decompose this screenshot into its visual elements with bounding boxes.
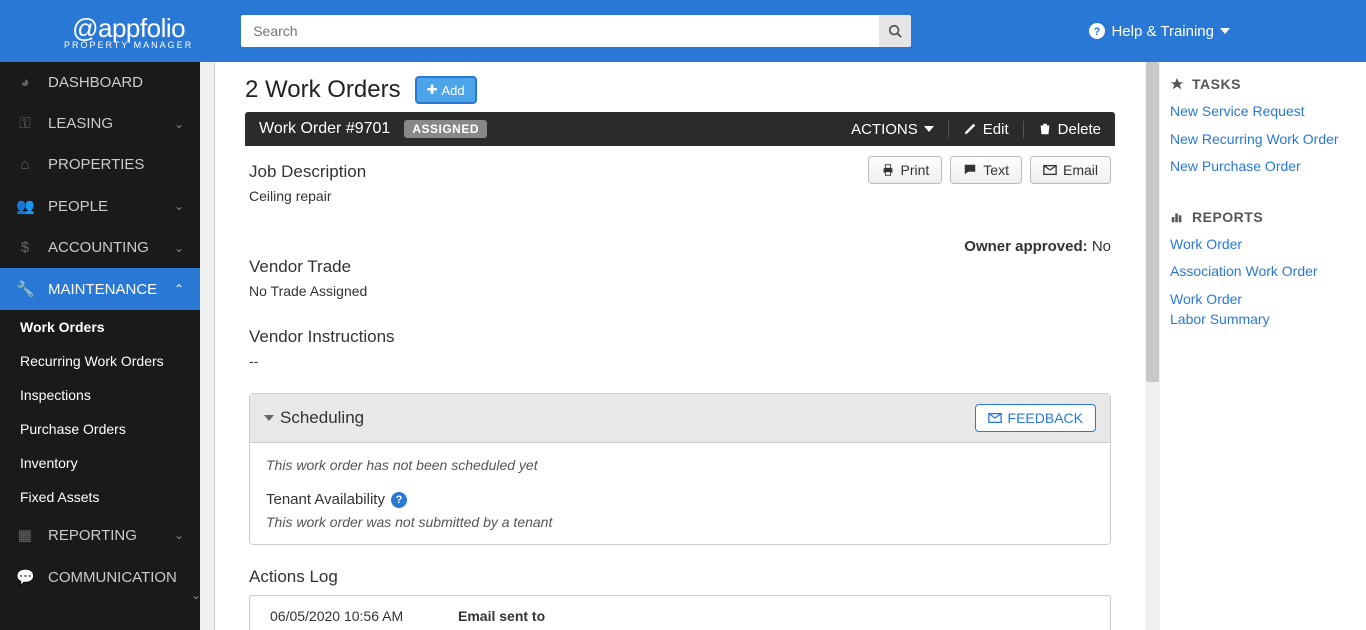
actions-dropdown[interactable]: ACTIONS: [851, 121, 934, 138]
actions-log-label: Actions Log: [249, 567, 1111, 587]
scheduling-message: This work order has not been scheduled y…: [266, 457, 1094, 473]
help-icon[interactable]: ?: [391, 492, 407, 508]
scheduling-card: Scheduling FEEDBACK This work order has …: [249, 393, 1111, 545]
people-icon: 👥: [16, 197, 34, 215]
log-message: Email sent to: [458, 608, 545, 624]
tasks-heading: TASKS: [1170, 76, 1356, 92]
svg-text:?: ?: [1094, 26, 1101, 38]
reports-heading: REPORTS: [1170, 209, 1356, 225]
envelope-icon: [988, 411, 1002, 425]
log-entry: 06/05/2020 10:56 AM Email sent to: [250, 596, 1110, 630]
delete-button[interactable]: Delete: [1023, 121, 1101, 138]
add-button[interactable]: ✚Add: [415, 76, 477, 104]
brand-tagline: PROPERTY MANAGER: [64, 40, 193, 50]
star-icon: [1170, 77, 1184, 91]
scheduling-label: Scheduling: [280, 408, 364, 428]
chat-icon: 💬: [16, 568, 34, 586]
key-icon: ⚿: [16, 115, 34, 132]
nav-dashboard[interactable]: ◕DASHBOARD: [0, 62, 200, 103]
nav-maintenance[interactable]: 🔧MAINTENANCE⌃: [0, 268, 200, 310]
nav-reporting[interactable]: ▦REPORTING⌄: [0, 514, 200, 556]
text-button[interactable]: Text: [950, 156, 1022, 184]
page-title: 2 Work Orders: [245, 76, 401, 104]
search-wrap: [241, 15, 911, 47]
main-content: 2 Work Orders ✚Add Work Order #9701 ASSI…: [215, 62, 1145, 630]
job-description-value: Ceiling repair: [249, 188, 848, 204]
subnav-work-orders[interactable]: Work Orders: [0, 310, 200, 344]
nav-communication[interactable]: 💬COMMUNICATION⌄: [0, 556, 200, 598]
trash-icon: [1038, 122, 1052, 136]
grid-icon: ▦: [16, 526, 34, 544]
subnav-inventory[interactable]: Inventory: [0, 446, 200, 480]
feedback-button[interactable]: FEEDBACK: [975, 404, 1096, 432]
vendor-instructions-label: Vendor Instructions: [249, 327, 1111, 347]
chevron-down-icon: ⌄: [174, 117, 184, 131]
dollar-icon: $: [16, 239, 34, 256]
vendor-instructions-value: --: [249, 353, 1111, 369]
nav-accounting[interactable]: $ACCOUNTING⌄: [0, 227, 200, 268]
brand-logo: @appfolio PROPERTY MANAGER: [64, 13, 193, 50]
chevron-down-icon: ⌄: [174, 199, 184, 213]
search-icon: [888, 24, 902, 38]
actions-log: 06/05/2020 10:56 AM Email sent to 06/04/…: [249, 595, 1111, 630]
report-link[interactable]: Work Order Labor Summary: [1170, 290, 1356, 329]
help-icon: ?: [1089, 23, 1105, 39]
home-icon: ⌂: [16, 156, 34, 173]
report-link[interactable]: Work Order: [1170, 235, 1356, 255]
chevron-down-icon: [1220, 28, 1230, 34]
work-order-title: Work Order #9701: [259, 120, 390, 138]
print-button[interactable]: Print: [868, 156, 943, 184]
email-button[interactable]: Email: [1030, 156, 1111, 184]
nav-properties[interactable]: ⌂PROPERTIES: [0, 144, 200, 185]
subnav-recurring-work-orders[interactable]: Recurring Work Orders: [0, 344, 200, 378]
task-link[interactable]: New Recurring Work Order: [1170, 130, 1356, 150]
chevron-down-icon: ⌄: [191, 588, 200, 602]
status-badge: ASSIGNED: [404, 120, 487, 138]
envelope-icon: [1043, 163, 1057, 177]
chart-icon: [1170, 210, 1184, 224]
chevron-down-icon: ⌄: [174, 528, 184, 542]
nav-people[interactable]: 👥PEOPLE⌄: [0, 185, 200, 227]
sidebar: ◕DASHBOARD ⚿LEASING⌄ ⌂PROPERTIES 👥PEOPLE…: [0, 62, 200, 630]
chevron-down-icon: ⌄: [174, 241, 184, 255]
task-link[interactable]: New Service Request: [1170, 102, 1356, 122]
subnav-purchase-orders[interactable]: Purchase Orders: [0, 412, 200, 446]
vendor-trade-value: No Trade Assigned: [249, 283, 1111, 299]
right-panel: TASKS New Service Request New Recurring …: [1160, 62, 1366, 630]
job-description-label: Job Description: [249, 162, 848, 182]
search-button[interactable]: [879, 15, 911, 47]
owner-approved: Owner approved: No: [249, 238, 1111, 255]
work-order-header: Work Order #9701 ASSIGNED ACTIONS Edit D…: [245, 112, 1115, 146]
vendor-trade-label: Vendor Trade: [249, 257, 1111, 277]
brand-name: appfolio: [98, 13, 185, 43]
plus-icon: ✚: [427, 82, 438, 98]
wrench-icon: 🔧: [16, 280, 34, 298]
print-icon: [881, 163, 895, 177]
search-input[interactable]: [241, 15, 879, 47]
subnav-fixed-assets[interactable]: Fixed Assets: [0, 480, 200, 514]
help-label: Help & Training: [1111, 23, 1214, 40]
pencil-icon: [963, 122, 977, 136]
log-timestamp: 06/05/2020 10:56 AM: [270, 608, 440, 624]
report-link[interactable]: Association Work Order: [1170, 262, 1356, 282]
dashboard-icon: ◕: [16, 74, 34, 91]
subnav-inspections[interactable]: Inspections: [0, 378, 200, 412]
top-bar: @appfolio PROPERTY MANAGER ? Help & Trai…: [0, 0, 1366, 62]
chevron-up-icon: ⌃: [174, 282, 184, 296]
edit-button[interactable]: Edit: [948, 121, 1009, 138]
main-scrollbar[interactable]: [1145, 62, 1160, 630]
chat-icon: [963, 163, 977, 177]
chevron-down-icon: [924, 126, 934, 132]
nav-leasing[interactable]: ⚿LEASING⌄: [0, 103, 200, 144]
collapse-icon[interactable]: [264, 415, 274, 421]
help-training-link[interactable]: ? Help & Training: [1089, 23, 1230, 40]
scrollbar-gutter[interactable]: [200, 62, 215, 630]
tenant-availability-message: This work order was not submitted by a t…: [266, 514, 1094, 530]
tenant-availability-label: Tenant Availability?: [266, 491, 1094, 508]
task-link[interactable]: New Purchase Order: [1170, 157, 1356, 177]
